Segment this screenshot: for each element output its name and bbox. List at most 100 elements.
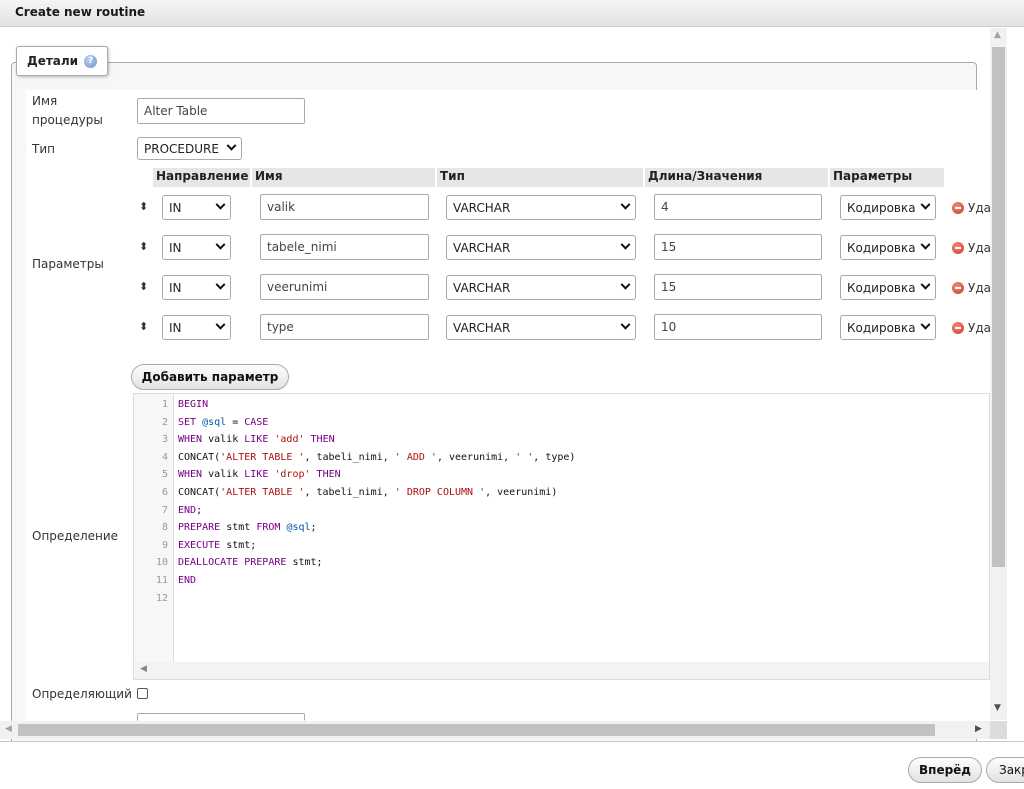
definer-label: Определяющий [32, 687, 132, 701]
help-icon[interactable]: ? [84, 54, 98, 68]
drag-handle-icon[interactable]: ⬍ [139, 280, 148, 293]
code-token: 'drop' [274, 469, 311, 481]
drag-handle-icon[interactable]: ⬍ [139, 240, 148, 253]
param-options-value: Кодировка [847, 200, 916, 215]
param-length-input[interactable]: 10 [654, 314, 822, 340]
code-token: PREPARE [244, 557, 287, 569]
param-name-input[interactable]: tabele_nimi [260, 234, 429, 260]
chevron-down-icon [215, 279, 226, 290]
definer-checkbox[interactable] [137, 688, 148, 699]
code-token: veerunimi [448, 451, 504, 463]
code-token: valik [208, 434, 239, 446]
delete-icon [952, 322, 964, 334]
vertical-scrollbar-thumb[interactable] [992, 47, 1005, 567]
param-type-select[interactable]: VARCHAR [446, 315, 636, 340]
param-type-select[interactable]: VARCHAR [446, 235, 636, 260]
code-token: THEN [316, 469, 341, 481]
param-direction-select[interactable]: IN [162, 315, 231, 340]
param-options-select[interactable]: Кодировка [840, 275, 936, 300]
code-line: BEGIN [178, 399, 208, 410]
arrow-left-icon[interactable]: ◀ [140, 664, 147, 674]
code-token: ' DROP COLUMN ' [394, 487, 486, 498]
definition-label: Определение [32, 529, 119, 543]
param-header-length: Длина/Значения [645, 168, 828, 187]
param-delete-link[interactable]: Уда [952, 281, 991, 295]
param-length-input[interactable]: 15 [654, 274, 822, 300]
code-token: , [382, 451, 395, 463]
scrollbar-corner [990, 721, 1007, 739]
param-direction-select[interactable]: IN [162, 195, 231, 220]
chevron-down-icon [215, 199, 226, 210]
routine-name-label-line1: Имя [32, 94, 58, 108]
param-direction-select[interactable]: IN [162, 275, 231, 300]
horizontal-scrollbar[interactable]: ◀ ▶ [0, 721, 990, 739]
param-type-select[interactable]: VARCHAR [446, 275, 636, 300]
horizontal-scrollbar-thumb[interactable] [18, 724, 935, 736]
code-token: tabeli_nimi [316, 451, 383, 463]
details-legend-label: Детали [27, 54, 79, 68]
param-delete-link[interactable]: Уда [952, 321, 991, 335]
param-type-select[interactable]: VARCHAR [446, 195, 636, 220]
routine-name-input[interactable]: Alter Table [137, 98, 305, 124]
line-number: 1 [161, 399, 168, 410]
chevron-down-icon [620, 199, 631, 210]
vertical-scrollbar[interactable]: ▲ ▼ [990, 28, 1007, 720]
code-token: valik [208, 469, 239, 481]
code-token: , [503, 451, 516, 463]
param-delete-link[interactable]: Уда [952, 241, 991, 255]
code-token: , [304, 451, 317, 463]
param-name-input[interactable]: valik [260, 194, 429, 220]
code-token: , [436, 451, 449, 463]
arrow-right-icon[interactable]: ▶ [975, 724, 982, 734]
code-token: THEN [310, 434, 335, 446]
param-name-input[interactable]: type [260, 314, 429, 340]
drag-handle-icon[interactable]: ⬍ [139, 200, 148, 213]
line-number: 4 [161, 451, 168, 463]
line-number: 7 [161, 504, 168, 516]
code-line: SET @sql = CASE [178, 417, 268, 428]
param-type-value: VARCHAR [453, 200, 511, 215]
param-delete-label: Уда [968, 241, 991, 255]
routine-name-label-line2: процедуры [32, 113, 103, 127]
drag-handle-icon[interactable]: ⬍ [139, 320, 148, 333]
param-type-value: VARCHAR [453, 280, 511, 295]
code-token: ' ' [515, 451, 534, 463]
param-name-input[interactable]: veerunimi [260, 274, 429, 300]
chevron-down-icon [920, 199, 931, 210]
close-button[interactable]: Закр [986, 757, 1024, 783]
code-token: tabeli_nimi [316, 487, 383, 498]
arrow-left-icon[interactable]: ◀ [5, 724, 12, 734]
code-token: BEGIN [178, 399, 209, 410]
routine-type-select[interactable]: PROCEDURE [137, 137, 242, 160]
definition-code-editor[interactable]: 1 2 3 4 5 6 7 8 9 10 11 12 BEGIN SET @sql = CASE WHEN… [133, 393, 990, 680]
arrow-down-icon[interactable]: ▼ [994, 703, 1001, 713]
param-direction-select[interactable]: IN [162, 235, 231, 260]
line-number: 11 [155, 575, 168, 586]
code-token: ' ADD ' [394, 451, 437, 463]
arrow-up-icon[interactable]: ▲ [994, 30, 1001, 40]
param-options-select[interactable]: Кодировка [840, 315, 936, 340]
code-token: LIKE [244, 469, 269, 481]
add-parameter-button[interactable]: Добавить параметр [131, 364, 289, 390]
param-options-select[interactable]: Кодировка [840, 195, 936, 220]
param-length-input[interactable]: 15 [654, 234, 822, 260]
line-number: 12 [155, 592, 168, 604]
chevron-down-icon [920, 279, 931, 290]
definer-input[interactable] [137, 713, 305, 721]
code-line: CONCAT('ALTER TABLE ', tabeli_nimi, ' DR… [178, 487, 557, 498]
code-token: WHEN [178, 469, 203, 481]
param-length-input[interactable]: 4 [654, 194, 822, 220]
param-options-select[interactable]: Кодировка [840, 235, 936, 260]
param-header-options: Параметры [830, 168, 944, 187]
line-number: 6 [161, 487, 168, 498]
code-token: @sql [286, 522, 311, 534]
delete-icon [952, 242, 964, 254]
code-token: WHEN [178, 434, 203, 446]
code-token: END [178, 504, 197, 516]
code-token: LIKE [244, 434, 269, 446]
code-token: SET [178, 416, 197, 428]
editor-horizontal-scrollbar[interactable]: ◀ [134, 662, 989, 679]
go-button[interactable]: Вперёд [908, 757, 982, 783]
param-type-value: VARCHAR [453, 320, 511, 335]
param-delete-link[interactable]: Уда [952, 201, 991, 215]
